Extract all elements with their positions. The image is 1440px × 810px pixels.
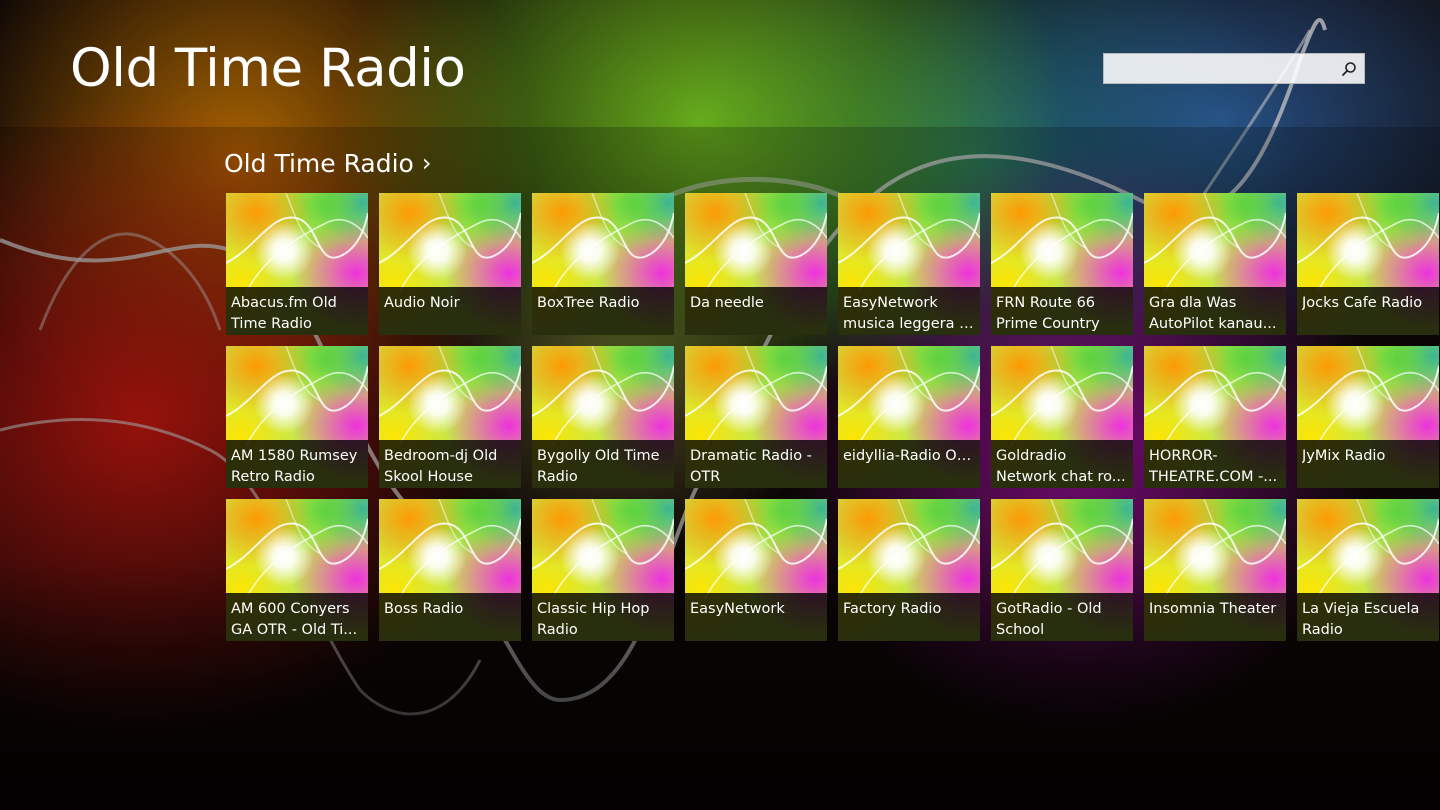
station-caption: BoxTree Radio bbox=[532, 287, 674, 335]
station-name-line2: THEATRE.COM -... bbox=[1149, 469, 1278, 485]
station-tile[interactable]: Bedroom-dj Old Skool House bbox=[379, 346, 521, 488]
station-tile[interactable]: Jocks Cafe Radio bbox=[1297, 193, 1439, 335]
station-tile[interactable]: Audio Noir bbox=[379, 193, 521, 335]
station-name-line1: Gra dla Was bbox=[1149, 295, 1237, 311]
station-name-line2: Radio bbox=[1302, 622, 1343, 638]
search-button[interactable] bbox=[1334, 54, 1364, 83]
station-tile[interactable]: La Vieja Escuela Radio bbox=[1297, 499, 1439, 641]
station-name-line1: HORROR- bbox=[1149, 448, 1218, 464]
station-name-line2: AutoPilot kanau... bbox=[1149, 316, 1277, 332]
station-tile[interactable]: HORROR- THEATRE.COM -... bbox=[1144, 346, 1286, 488]
station-name-line2: musica leggera 7... bbox=[843, 316, 975, 332]
station-name-line1: Boss Radio bbox=[384, 601, 464, 617]
station-caption: Jocks Cafe Radio bbox=[1297, 287, 1439, 335]
station-name-line1: EasyNetwork bbox=[843, 295, 938, 311]
station-tile[interactable]: Classic Hip Hop Radio bbox=[532, 499, 674, 641]
station-name-line1: Da needle bbox=[690, 295, 764, 311]
station-caption: EasyNetwork musica leggera 7... bbox=[838, 287, 980, 335]
station-tile[interactable]: AM 600 Conyers GA OTR - Old Ti... bbox=[226, 499, 368, 641]
station-name-line2: OTR bbox=[690, 469, 721, 485]
station-caption: Insomnia Theater bbox=[1144, 593, 1286, 641]
station-name-line1: Classic Hip Hop bbox=[537, 601, 650, 617]
station-name-line1: AM 1580 Rumsey bbox=[231, 448, 358, 464]
station-name-line2: Network chat ro... bbox=[996, 469, 1126, 485]
station-caption: Boss Radio bbox=[379, 593, 521, 641]
page-title: Old Time Radio bbox=[70, 38, 466, 99]
station-name-line2: School bbox=[996, 622, 1045, 638]
station-name-line1: eidyllia-Radio OLD bbox=[843, 448, 975, 464]
station-tile[interactable]: eidyllia-Radio OLD bbox=[838, 346, 980, 488]
station-name-line1: Factory Radio bbox=[843, 601, 942, 617]
station-caption: La Vieja Escuela Radio bbox=[1297, 593, 1439, 641]
station-name-line1: Audio Noir bbox=[384, 295, 460, 311]
station-tile[interactable]: EasyNetwork bbox=[685, 499, 827, 641]
station-name-line1: AM 600 Conyers bbox=[231, 601, 350, 617]
station-name-line2: Prime Country bbox=[996, 316, 1100, 332]
station-caption: AM 1580 Rumsey Retro Radio bbox=[226, 440, 368, 488]
station-name-line2: Radio bbox=[537, 469, 578, 485]
section-header-link[interactable]: Old Time Radio › bbox=[224, 145, 431, 181]
station-name-line1: Insomnia Theater bbox=[1149, 601, 1277, 617]
station-name-line1: GotRadio - Old bbox=[996, 601, 1102, 617]
station-tile[interactable]: Dramatic Radio - OTR bbox=[685, 346, 827, 488]
station-tile[interactable]: Boss Radio bbox=[379, 499, 521, 641]
station-name-line1: Jocks Cafe Radio bbox=[1302, 295, 1423, 311]
station-caption: Goldradio Network chat ro... bbox=[991, 440, 1133, 488]
station-caption: AM 600 Conyers GA OTR - Old Ti... bbox=[226, 593, 368, 641]
station-tile[interactable]: Da needle bbox=[685, 193, 827, 335]
station-name-line2: Time Radio bbox=[231, 316, 312, 332]
search-input[interactable] bbox=[1104, 54, 1334, 83]
station-caption: Da needle bbox=[685, 287, 827, 335]
station-caption: Abacus.fm Old Time Radio bbox=[226, 287, 368, 335]
station-caption: FRN Route 66 Prime Country bbox=[991, 287, 1133, 335]
station-name-line1: JyMix Radio bbox=[1302, 448, 1386, 464]
station-caption: Classic Hip Hop Radio bbox=[532, 593, 674, 641]
station-caption: EasyNetwork bbox=[685, 593, 827, 641]
station-caption: Gra dla Was AutoPilot kanau... bbox=[1144, 287, 1286, 335]
station-name-line1: Dramatic Radio - bbox=[690, 448, 812, 464]
station-name-line1: Goldradio bbox=[996, 448, 1067, 464]
station-name-line1: La Vieja Escuela bbox=[1302, 601, 1420, 617]
station-tile[interactable]: EasyNetwork musica leggera 7... bbox=[838, 193, 980, 335]
station-name-line2: Radio bbox=[537, 622, 578, 638]
station-name-line1: Bedroom-dj Old bbox=[384, 448, 498, 464]
station-name-line1: FRN Route 66 bbox=[996, 295, 1096, 311]
station-caption: Bedroom-dj Old Skool House bbox=[379, 440, 521, 488]
station-caption: JyMix Radio bbox=[1297, 440, 1439, 488]
station-tile[interactable]: FRN Route 66 Prime Country bbox=[991, 193, 1133, 335]
section-title: Old Time Radio bbox=[224, 148, 414, 178]
station-caption: Audio Noir bbox=[379, 287, 521, 335]
station-caption: Dramatic Radio - OTR bbox=[685, 440, 827, 488]
station-tile[interactable]: Bygolly Old Time Radio bbox=[532, 346, 674, 488]
station-name-line1: BoxTree Radio bbox=[537, 295, 640, 311]
search-icon bbox=[1342, 61, 1356, 76]
station-tile[interactable]: Abacus.fm Old Time Radio bbox=[226, 193, 368, 335]
station-caption: GotRadio - Old School bbox=[991, 593, 1133, 641]
station-name-line2: GA OTR - Old Ti... bbox=[231, 622, 358, 638]
chevron-right-icon: › bbox=[421, 149, 432, 177]
search-box bbox=[1103, 53, 1365, 84]
station-tile[interactable]: JyMix Radio bbox=[1297, 346, 1439, 488]
station-tile[interactable]: Insomnia Theater bbox=[1144, 499, 1286, 641]
station-tile[interactable]: GotRadio - Old School bbox=[991, 499, 1133, 641]
station-tile[interactable]: Factory Radio bbox=[838, 499, 980, 641]
station-tile[interactable]: Goldradio Network chat ro... bbox=[991, 346, 1133, 488]
station-caption: Factory Radio bbox=[838, 593, 980, 641]
station-caption: eidyllia-Radio OLD bbox=[838, 440, 980, 488]
station-caption: Bygolly Old Time Radio bbox=[532, 440, 674, 488]
station-grid: Abacus.fm Old Time Radio AM 1580 Rumsey Ret… bbox=[226, 193, 1440, 643]
station-caption: HORROR- THEATRE.COM -... bbox=[1144, 440, 1286, 488]
station-tile[interactable]: BoxTree Radio bbox=[532, 193, 674, 335]
station-tile[interactable]: Gra dla Was AutoPilot kanau... bbox=[1144, 193, 1286, 335]
station-name-line1: Bygolly Old Time bbox=[537, 448, 660, 464]
station-name-line1: Abacus.fm Old bbox=[231, 295, 337, 311]
station-tile[interactable]: AM 1580 Rumsey Retro Radio bbox=[226, 346, 368, 488]
station-name-line2: Retro Radio bbox=[231, 469, 315, 485]
station-name-line2: Skool House bbox=[384, 469, 473, 485]
station-name-line1: EasyNetwork bbox=[690, 601, 785, 617]
